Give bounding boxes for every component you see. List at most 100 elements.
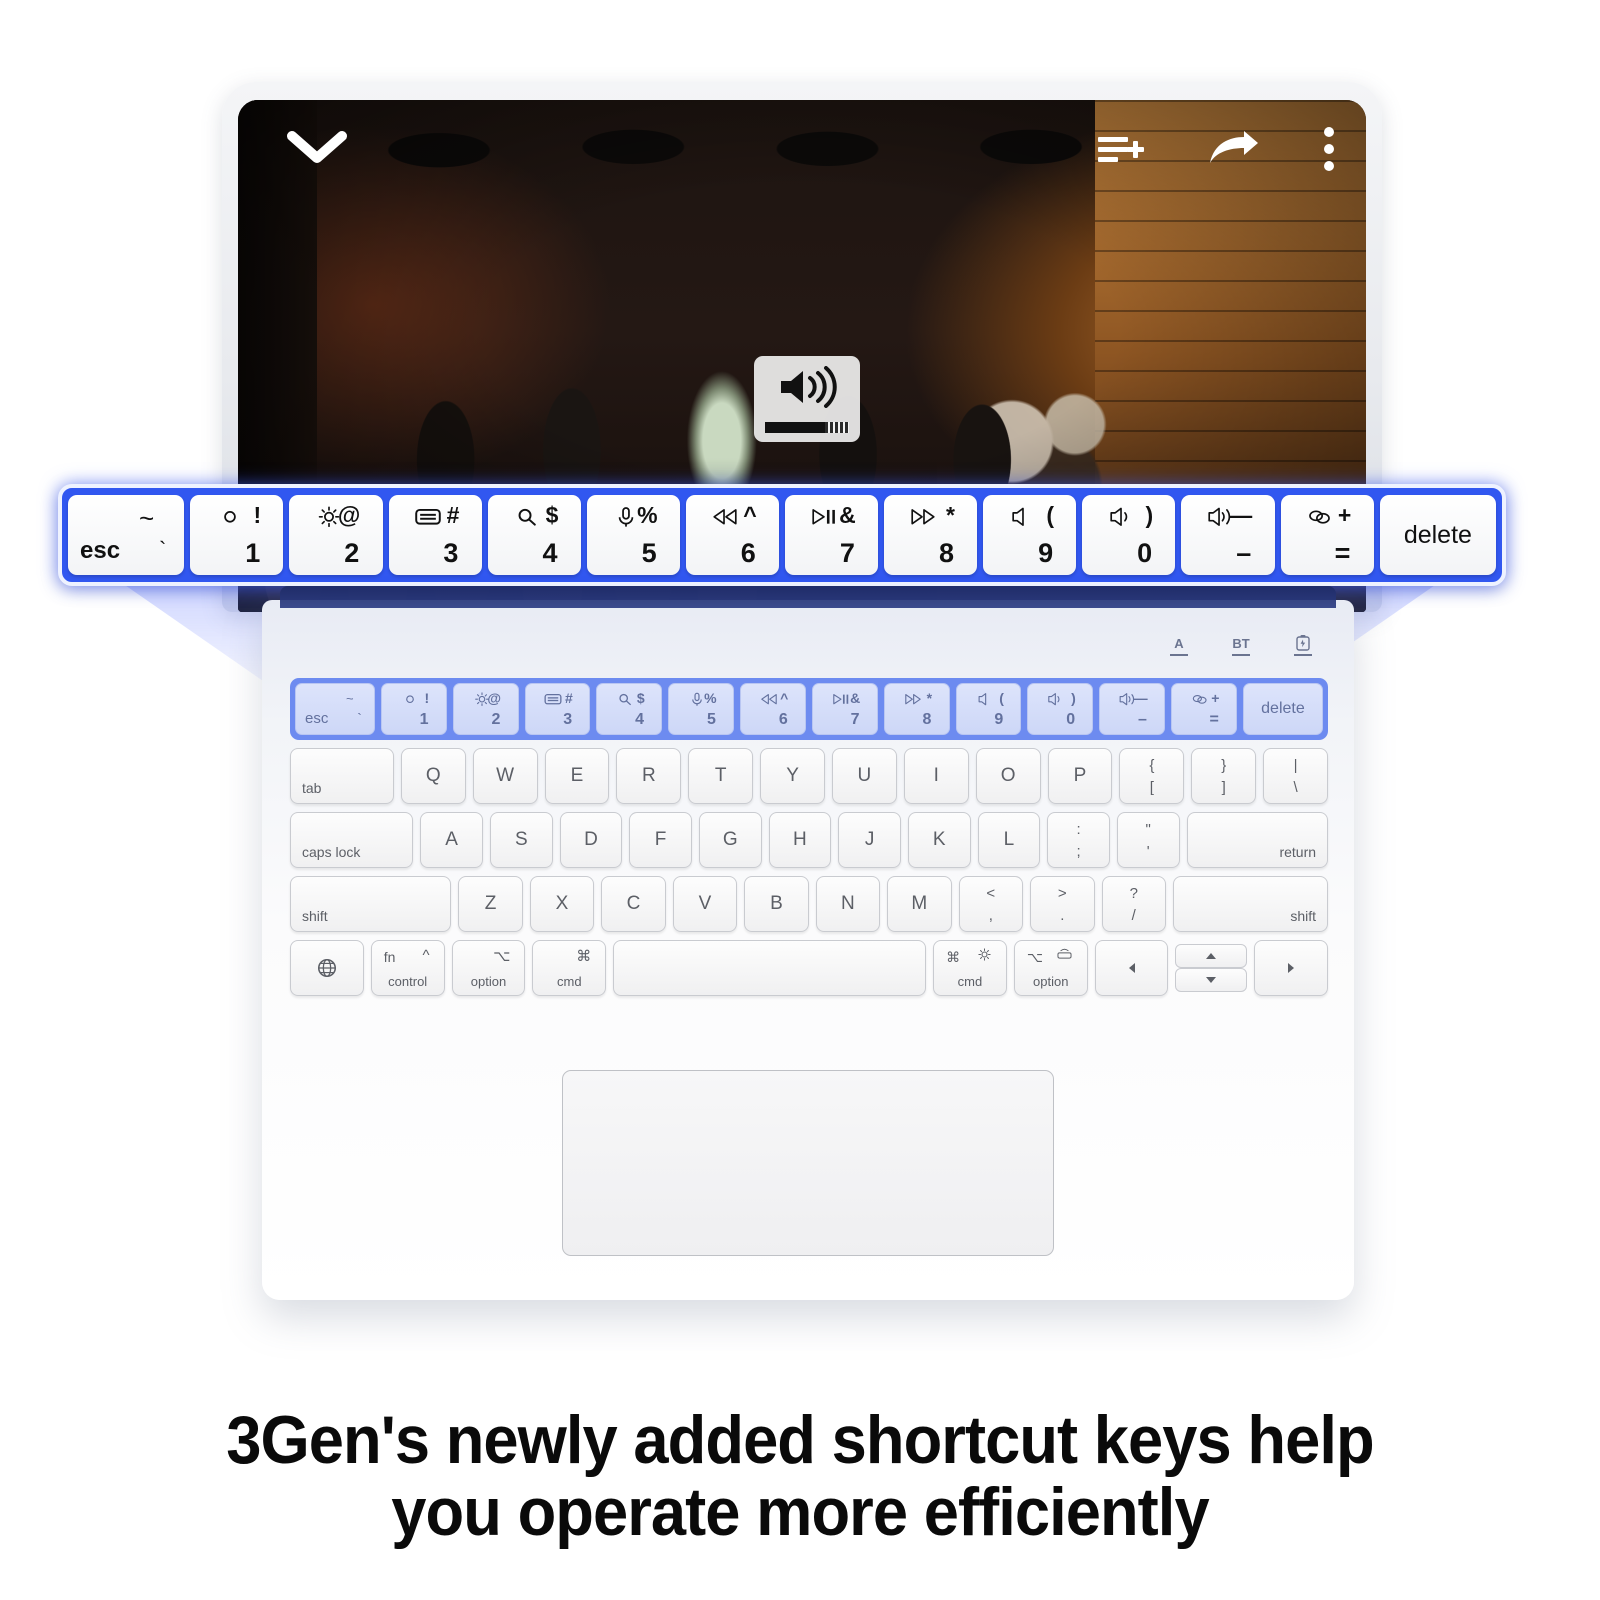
key-option-left[interactable]: ⌥ option xyxy=(451,940,526,996)
key-n[interactable]: N xyxy=(815,876,881,932)
key-d[interactable]: D xyxy=(559,812,623,868)
key-arrow-left[interactable] xyxy=(1094,940,1169,996)
key-command-right[interactable]: ⌘ cmd xyxy=(933,940,1007,996)
key-s[interactable]: S xyxy=(489,812,553,868)
key-y[interactable]: Y xyxy=(760,748,825,804)
key-quote[interactable]: " ' xyxy=(1116,812,1180,868)
arrow-up-icon[interactable] xyxy=(1175,944,1248,968)
key-m[interactable]: M xyxy=(887,876,952,932)
magnified-key-delete[interactable]: delete xyxy=(1379,495,1497,575)
key-h[interactable]: H xyxy=(768,812,832,868)
key-space[interactable] xyxy=(613,940,927,996)
key-period[interactable]: > . xyxy=(1030,876,1095,932)
key-search[interactable]: $ 4 xyxy=(596,683,663,735)
key-label: return xyxy=(1279,844,1317,860)
key-label: = xyxy=(1209,711,1219,728)
key-dictation[interactable]: % 5 xyxy=(668,683,735,735)
trackpad[interactable] xyxy=(562,1070,1054,1256)
key-u[interactable]: U xyxy=(831,748,897,804)
key-i[interactable]: I xyxy=(903,748,969,804)
key-shift-left[interactable]: shift xyxy=(290,876,452,932)
key-previous-track[interactable]: ^ 6 xyxy=(740,683,806,735)
key-shift-label: ? xyxy=(1129,885,1138,902)
magnified-key-volume-up[interactable]: — – xyxy=(1181,495,1275,575)
key-label: [ xyxy=(1149,779,1154,796)
key-tab[interactable]: tab xyxy=(290,748,394,804)
magnified-key-search[interactable]: $ 4 xyxy=(487,495,581,575)
key-l[interactable]: L xyxy=(977,812,1041,868)
key-command-left[interactable]: ⌘ cmd xyxy=(532,940,607,996)
magnified-key-volume-down[interactable]: ) 0 xyxy=(1082,495,1176,575)
key-label: 9 xyxy=(994,711,1004,728)
magnified-key-play-pause[interactable]: & 7 xyxy=(785,495,879,575)
key-g[interactable]: G xyxy=(698,812,762,868)
key-v[interactable]: V xyxy=(672,876,738,932)
magnified-key-onscreen-keyboard[interactable]: # 3 xyxy=(388,495,482,575)
key-label: 1 xyxy=(245,538,261,568)
key-next-track[interactable]: * 8 xyxy=(883,683,950,735)
key-a[interactable]: A xyxy=(420,812,483,868)
key-label: , xyxy=(988,907,993,924)
key-brightness-down[interactable]: ! 1 xyxy=(380,683,447,735)
key-e[interactable]: E xyxy=(544,748,610,804)
key-k[interactable]: K xyxy=(907,812,971,868)
magnified-key-mute[interactable]: ( 9 xyxy=(983,495,1077,575)
key-p[interactable]: P xyxy=(1047,748,1113,804)
key-shift-label: } xyxy=(1221,757,1227,774)
key-shift-label: > xyxy=(1057,885,1067,902)
key-bracket-right[interactable]: } ] xyxy=(1191,748,1257,804)
key-label: . xyxy=(1060,907,1065,924)
key-lock[interactable]: + = xyxy=(1171,683,1238,735)
key-delete[interactable]: delete xyxy=(1243,683,1323,735)
brightness-down-icon xyxy=(400,691,420,707)
key-r[interactable]: R xyxy=(616,748,682,804)
key-globe[interactable] xyxy=(290,940,364,996)
key-esc[interactable]: ~ esc ` xyxy=(295,683,375,735)
key-arrow-updown[interactable] xyxy=(1175,940,1248,996)
key-control[interactable]: fn ^ control xyxy=(370,940,445,996)
key-volume-up[interactable]: — – xyxy=(1099,683,1166,735)
key-q[interactable]: Q xyxy=(400,748,466,804)
magnified-key-lock[interactable]: + = xyxy=(1280,495,1374,575)
magnified-key-dictation[interactable]: % 5 xyxy=(586,495,680,575)
magnified-key-brightness-up[interactable]: @ 2 xyxy=(289,495,383,575)
key-label: 4 xyxy=(542,538,558,568)
magnified-key-brightness-down[interactable]: ! 1 xyxy=(190,495,284,575)
key-mod-label: fn xyxy=(383,949,396,965)
key-b[interactable]: B xyxy=(744,876,809,932)
add-to-playlist-icon[interactable] xyxy=(1096,129,1146,174)
key-brightness-up[interactable]: @ 2 xyxy=(452,683,519,735)
key-volume-down[interactable]: ) 0 xyxy=(1027,683,1094,735)
key-j[interactable]: J xyxy=(838,812,901,868)
key-x[interactable]: X xyxy=(529,876,595,932)
key-c[interactable]: C xyxy=(601,876,666,932)
key-bracket-left[interactable]: { [ xyxy=(1119,748,1185,804)
chevron-down-icon[interactable] xyxy=(286,128,348,173)
key-t[interactable]: T xyxy=(688,748,754,804)
key-slash[interactable]: ? / xyxy=(1101,876,1166,932)
key-onscreen-keyboard[interactable]: # 3 xyxy=(524,683,591,735)
key-mute[interactable]: ( 9 xyxy=(955,683,1022,735)
link-rings-icon xyxy=(1190,691,1210,707)
more-vertical-icon[interactable] xyxy=(1322,126,1336,177)
key-return[interactable]: return xyxy=(1186,812,1329,868)
magnified-key-previous-track[interactable]: ^ 6 xyxy=(685,495,780,575)
share-arrow-icon[interactable] xyxy=(1208,129,1260,174)
rewind-icon xyxy=(710,505,740,527)
key-z[interactable]: Z xyxy=(458,876,523,932)
key-f[interactable]: F xyxy=(629,812,692,868)
arrow-right-icon xyxy=(1255,941,1327,995)
key-backslash[interactable]: | \ xyxy=(1263,748,1328,804)
key-shift-right[interactable]: shift xyxy=(1172,876,1329,932)
key-play-pause[interactable]: & 7 xyxy=(811,683,878,735)
key-caps-lock[interactable]: caps lock xyxy=(290,812,414,868)
key-w[interactable]: W xyxy=(472,748,538,804)
arrow-down-icon[interactable] xyxy=(1175,968,1248,992)
key-o[interactable]: O xyxy=(975,748,1041,804)
key-arrow-right[interactable] xyxy=(1254,940,1329,996)
magnified-key-esc[interactable]: ~ esc ` xyxy=(68,495,185,575)
key-comma[interactable]: < , xyxy=(958,876,1024,932)
magnified-key-next-track[interactable]: * 8 xyxy=(884,495,978,575)
key-option-right[interactable]: ⌥ option xyxy=(1013,940,1088,996)
key-semicolon[interactable]: : ; xyxy=(1047,812,1110,868)
